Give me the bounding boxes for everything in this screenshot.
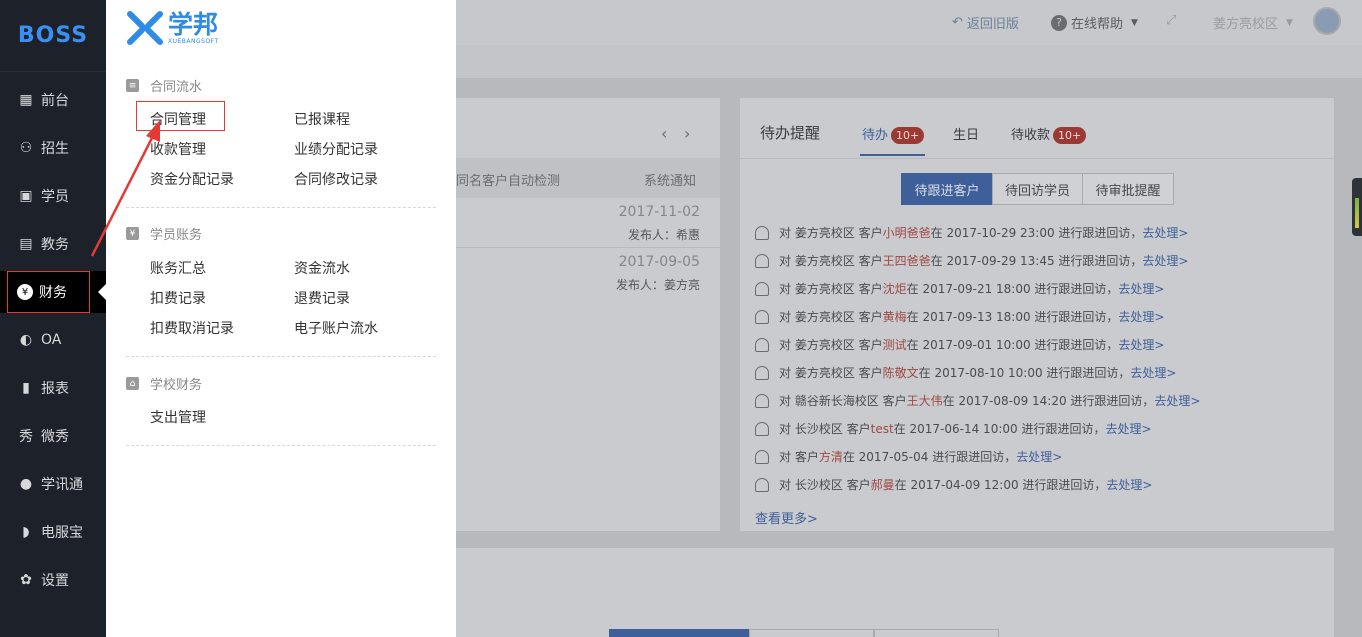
annotation-arrow: [90, 120, 160, 257]
